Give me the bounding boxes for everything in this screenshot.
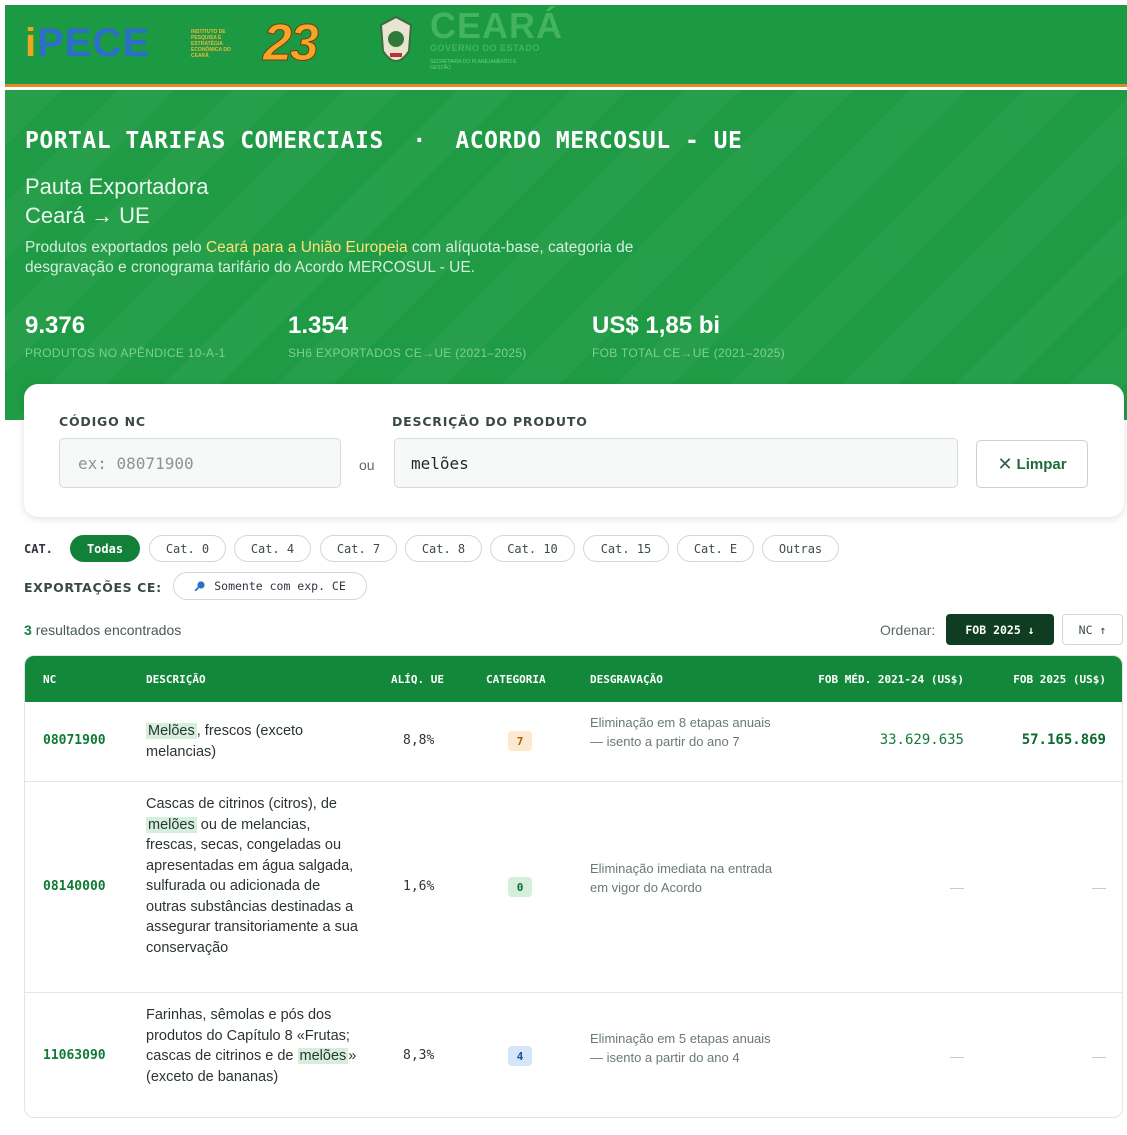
category-pill-8[interactable]: Cat. 8: [405, 535, 482, 562]
order-label: Ordenar:: [880, 622, 936, 638]
or-separator: ou: [359, 457, 375, 473]
sort-nc-button[interactable]: NC ↑: [1062, 614, 1123, 645]
anniversary-23-logo: 23: [263, 14, 320, 72]
fob-medio-value: —: [950, 879, 964, 895]
page-title: PORTAL TARIFAS COMERCIAIS · ACORDO MERCO…: [25, 128, 743, 154]
category-badge: 0: [508, 877, 532, 897]
category-pill-todas[interactable]: Todas: [70, 535, 140, 562]
aliquota-value: 1,6%: [403, 879, 435, 894]
desgravacao-text: Eliminação imediata na entrada em vigor …: [590, 861, 773, 895]
nc-field-label: CÓDIGO NC: [59, 414, 146, 429]
clear-button[interactable]: ✕ Limpar: [976, 440, 1088, 488]
nc-code[interactable]: 08140000: [43, 879, 106, 894]
exports-filter-label: EXPORTAÇÕES CE:: [24, 580, 162, 595]
nc-code[interactable]: 08071900: [43, 733, 106, 748]
fob-medio-value: —: [950, 1048, 964, 1064]
nc-code[interactable]: 11063090: [43, 1048, 106, 1063]
aliquota-value: 8,3%: [403, 1048, 435, 1063]
category-badge: 7: [508, 731, 532, 751]
search-icon: [194, 581, 205, 592]
category-pill-7[interactable]: Cat. 7: [320, 535, 397, 562]
column-header-categoria[interactable]: CATEGORIA: [486, 673, 546, 686]
description-search-input[interactable]: [394, 438, 958, 488]
desgravacao-text: Eliminação em 8 etapas anuais — isento a…: [590, 715, 771, 749]
description-field-label: DESCRIÇÃO DO PRODUTO: [392, 414, 588, 429]
fob-medio-value: 33.629.635: [879, 732, 964, 748]
ipece-logo[interactable]: iPECE: [25, 23, 150, 63]
ceara-gov-label: GOVERNO DO ESTADO: [430, 43, 540, 53]
hero-route: Ceará → UE: [25, 203, 150, 228]
fob-2025-value: 57.165.869: [1021, 732, 1106, 748]
column-header-nc[interactable]: NC: [43, 673, 56, 686]
close-icon: ✕: [997, 453, 1013, 474]
ceara-secretaria-label: SECRETARIA DO PLANEJAMENTO E GESTÃO: [430, 59, 517, 71]
product-description: Melões, frescos (exceto melancias): [146, 723, 304, 760]
exports-only-toggle[interactable]: Somente com exp. CE: [173, 572, 367, 600]
table-row[interactable]: 08071900 Melões, frescos (exceto melanci…: [25, 702, 1122, 781]
nc-code-input[interactable]: [59, 438, 341, 488]
product-description: Cascas de citrinos (citros), de melões o…: [146, 796, 358, 956]
hero-banner: PORTAL TARIFAS COMERCIAIS · ACORDO MERCO…: [5, 90, 1127, 420]
column-header-descricao[interactable]: DESCRIÇÃO: [146, 673, 206, 686]
fob-2025-value: —: [1092, 1048, 1106, 1064]
category-pill-15[interactable]: Cat. 15: [583, 535, 669, 562]
stat-fob-total: US$ 1,85 bi FOB TOTAL CE→UE (2021–2025): [592, 312, 786, 360]
table-header: NC DESCRIÇÃO ALÍQ. UE CATEGORIA DESGRAVA…: [25, 656, 1122, 702]
results-table: NC DESCRIÇÃO ALÍQ. UE CATEGORIA DESGRAVA…: [24, 655, 1123, 1118]
stat-products: 9.376 PRODUTOS NO APÊNDICE 10-A-1: [25, 312, 226, 360]
fob-2025-value: —: [1092, 879, 1106, 895]
column-header-fob-2025[interactable]: FOB 2025 (US$): [1013, 673, 1106, 686]
category-pill-outras[interactable]: Outras: [762, 535, 839, 562]
hero-subtitle: Pauta Exportadora: [25, 174, 209, 199]
table-row[interactable]: 08140000 Cascas de citrinos (citros), de…: [25, 781, 1122, 992]
ceara-logo[interactable]: CEARÁ: [430, 7, 563, 45]
column-header-aliquota[interactable]: ALÍQ. UE: [391, 673, 444, 686]
hero-description: Produtos exportados pelo Ceará para a Un…: [25, 239, 634, 276]
results-count: 3 resultados encontrados: [24, 622, 182, 638]
logo-bar: iPECE INSTITUTO DE PESQUISA E ESTRATÉGIA…: [5, 5, 1127, 87]
search-match-highlight: melões: [297, 1048, 349, 1064]
aliquota-value: 8,8%: [403, 733, 435, 748]
column-header-fob-medio[interactable]: FOB MÉD. 2021-24 (US$): [818, 673, 964, 686]
category-pill-4[interactable]: Cat. 4: [234, 535, 311, 562]
search-panel: CÓDIGO NC ou DESCRIÇÃO DO PRODUTO ✕ Limp…: [24, 384, 1124, 517]
category-filter-label: CAT.: [24, 542, 53, 556]
column-header-desgravacao[interactable]: DESGRAVAÇÃO: [590, 673, 663, 686]
ceara-coat-of-arms-icon: [379, 15, 413, 62]
category-badge: 4: [508, 1046, 532, 1066]
category-pill-0[interactable]: Cat. 0: [149, 535, 226, 562]
desgravacao-text: Eliminação em 5 etapas anuais — isento a…: [590, 1031, 771, 1065]
hero-highlight: Ceará para a União Europeia: [205, 239, 408, 256]
stat-sh6-exported: 1.354 SH6 EXPORTADOS CE→UE (2021–2025): [288, 312, 527, 360]
ipece-logo-subtitle: INSTITUTO DE PESQUISA E ESTRATÉGIA ECONÔ…: [191, 29, 231, 59]
search-match-highlight: melões: [146, 816, 197, 833]
category-pill-e[interactable]: Cat. E: [677, 535, 754, 562]
table-row[interactable]: 11063090 Farinhas, sêmolas e pós dos pro…: [25, 992, 1122, 1117]
sort-fob-2025-button[interactable]: FOB 2025 ↓: [946, 614, 1054, 645]
category-pill-10[interactable]: Cat. 10: [490, 535, 575, 562]
product-description: Farinhas, sêmolas e pós dos produtos do …: [146, 1007, 357, 1085]
search-match-highlight: Melões: [146, 723, 197, 739]
